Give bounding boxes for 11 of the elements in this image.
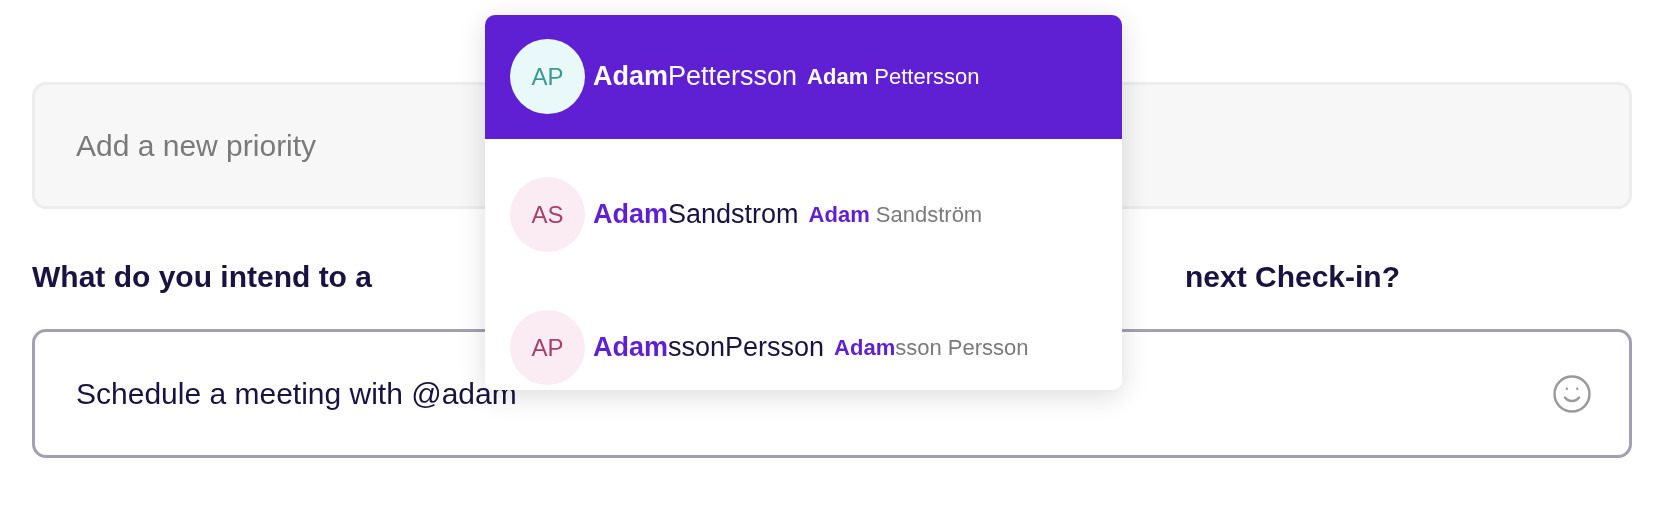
user-handle: AdamPettersson xyxy=(593,61,798,92)
question-heading: next Check-in? xyxy=(1184,259,1400,295)
user-avatar: AS xyxy=(510,177,585,252)
user-avatar: AP xyxy=(510,310,585,385)
user-full-name: Adam Sandström xyxy=(808,201,983,228)
user-avatar: AP xyxy=(510,39,585,114)
user-full-name: Adam Pettersson xyxy=(807,63,980,90)
user-handle: AdamssonPersson xyxy=(593,332,825,363)
question-heading: What do you intend to a xyxy=(32,259,372,295)
user-handle: AdamSandstrom xyxy=(593,199,799,230)
user-full-name: Adamsson Persson xyxy=(834,334,1029,361)
